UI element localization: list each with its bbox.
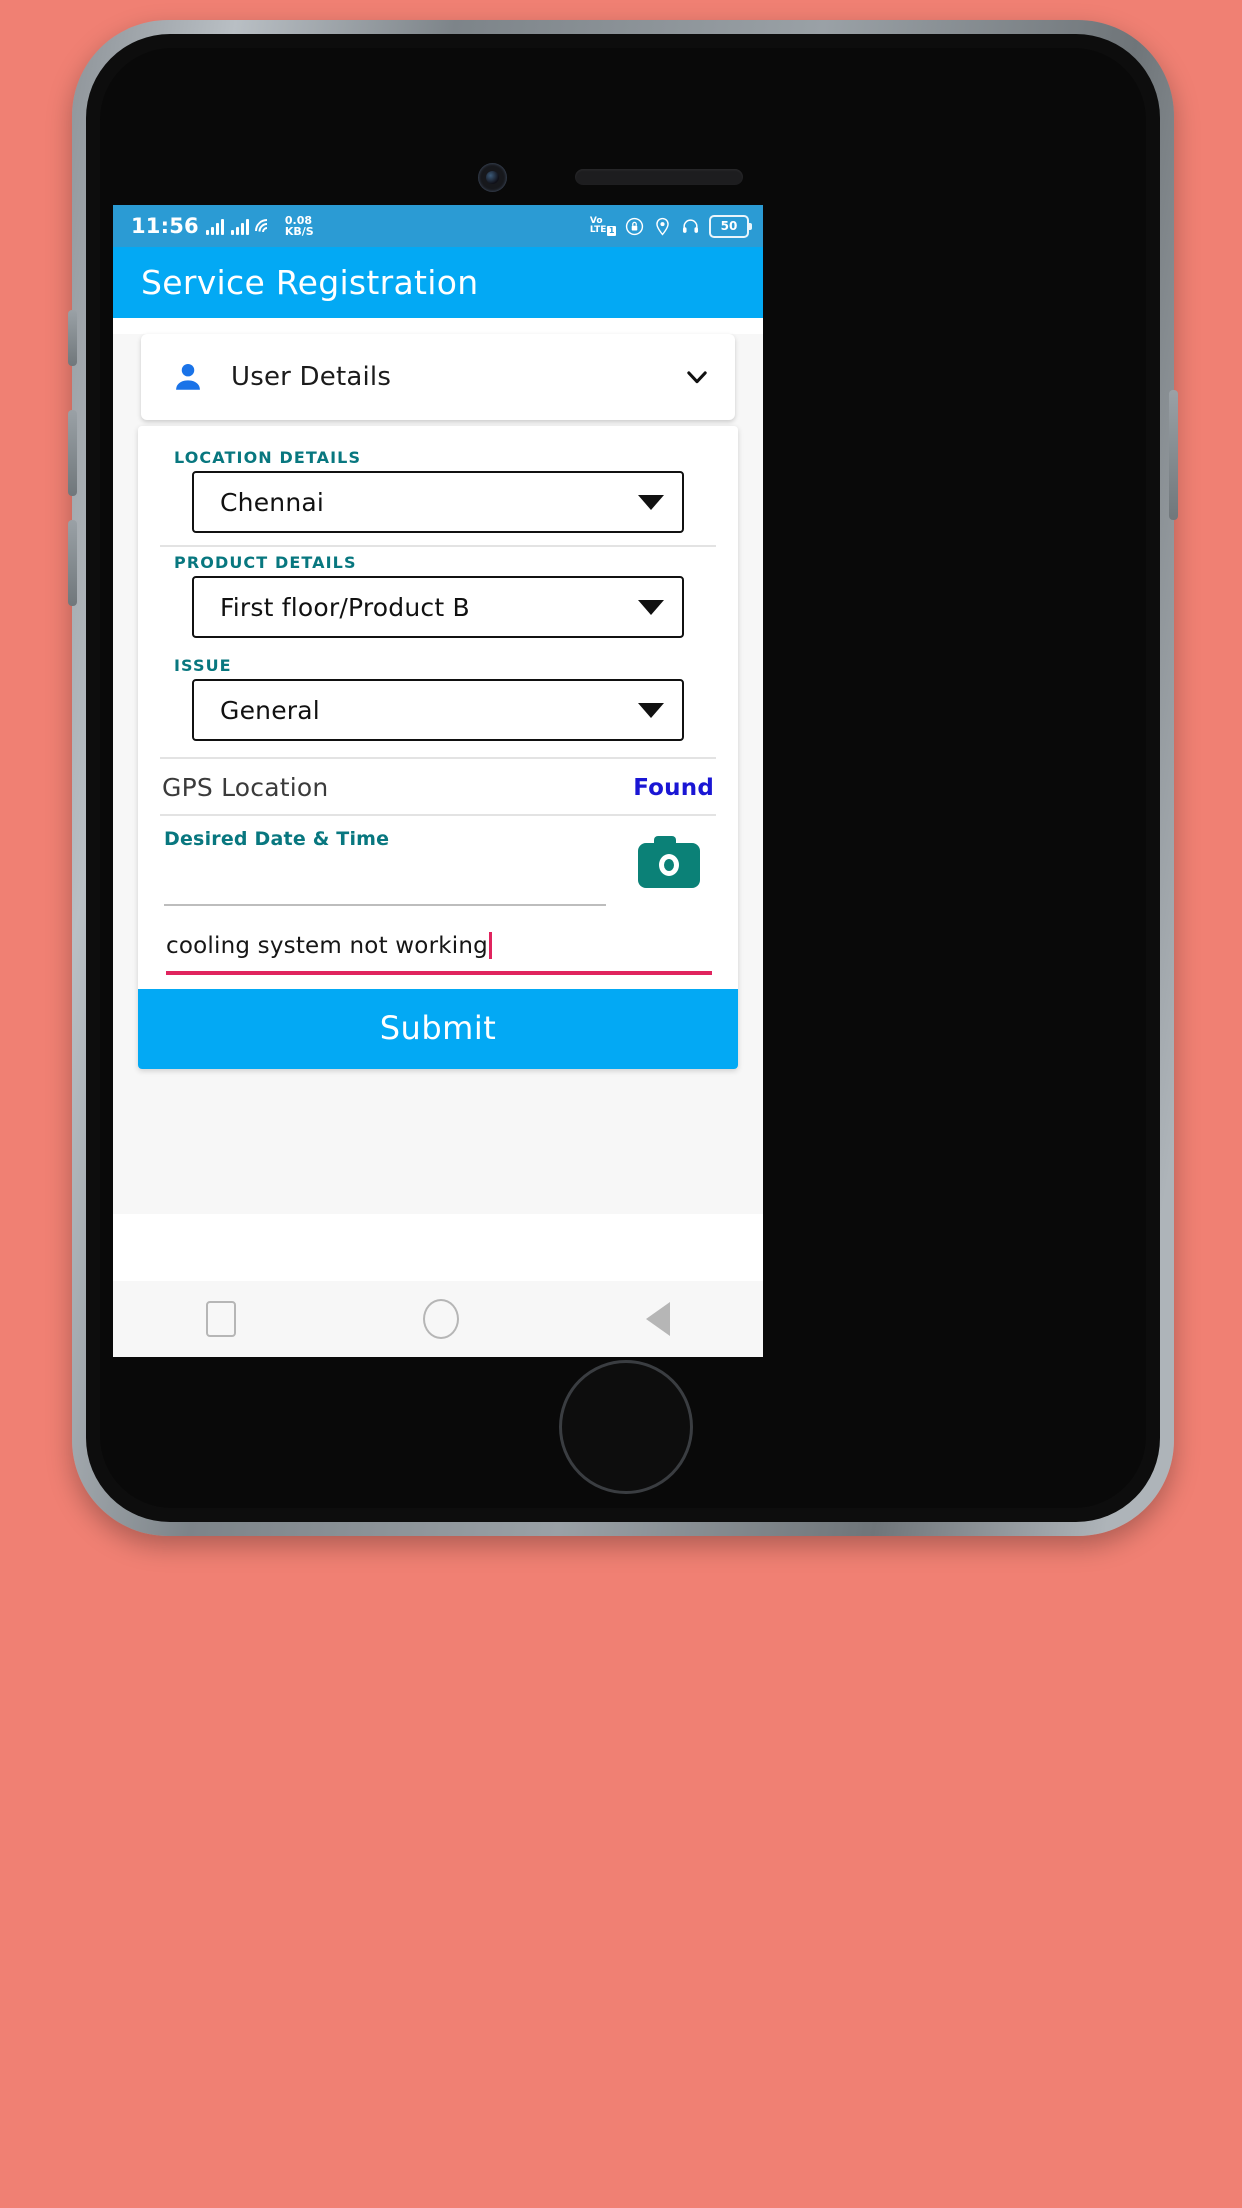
signal-bars-icon xyxy=(230,218,249,235)
desired-date-time-underline xyxy=(164,904,606,906)
dropdown-caret-icon xyxy=(638,494,664,510)
status-bar: 11:56 0.08 KB/S Vo LTE 1 50 xyxy=(113,205,763,248)
recents-square-icon[interactable] xyxy=(206,1301,237,1337)
chevron-down-icon[interactable] xyxy=(683,363,711,391)
dropdown-caret-icon xyxy=(638,599,664,615)
app-bar: Service Registration xyxy=(113,247,763,318)
volume-up-button[interactable] xyxy=(68,410,77,496)
home-circle-icon[interactable] xyxy=(422,1299,459,1339)
status-bar-right: Vo LTE 1 50 xyxy=(589,214,752,238)
product-details-label: PRODUCT DETAILS xyxy=(174,553,357,572)
location-select-wrap: Chennai xyxy=(160,471,716,533)
volte-sim-index: 1 xyxy=(607,225,616,236)
gps-location-row[interactable]: GPS Location Found xyxy=(160,759,716,814)
user-details-label: User Details xyxy=(231,362,392,392)
volte-bottom-label: LTE xyxy=(589,225,607,235)
gps-status-badge: Found xyxy=(633,774,714,801)
issue-select-value: General xyxy=(220,695,320,725)
android-navigation-bar xyxy=(113,1281,763,1357)
product-select[interactable]: First floor/Product B xyxy=(192,576,684,638)
issue-select-wrap: General xyxy=(160,679,716,741)
status-time: 11:56 xyxy=(131,214,199,238)
location-icon xyxy=(653,217,672,236)
volte-top-label: Vo xyxy=(589,215,603,226)
volume-down-button[interactable] xyxy=(68,520,77,606)
desired-date-time-row: Desired Date & Time xyxy=(160,816,716,906)
location-select[interactable]: Chennai xyxy=(192,471,684,533)
issue-note-underline xyxy=(166,971,712,975)
back-triangle-icon[interactable] xyxy=(645,1302,670,1336)
page-title: Service Registration xyxy=(141,263,479,302)
status-bar-left: 11:56 0.08 KB/S xyxy=(131,213,314,248)
desired-date-time-field[interactable]: Desired Date & Time xyxy=(160,822,638,906)
silent-switch[interactable] xyxy=(68,310,77,366)
network-speed-unit: KB/S xyxy=(284,225,314,238)
camera-icon[interactable] xyxy=(638,836,700,888)
issue-note-value: cooling system not working xyxy=(166,932,492,959)
desired-date-time-label: Desired Date & Time xyxy=(164,828,390,850)
headset-icon xyxy=(681,217,700,236)
app-screen: 11:56 0.08 KB/S Vo LTE 1 50 Service Regi… xyxy=(113,205,763,1357)
front-camera xyxy=(478,163,507,192)
divider xyxy=(160,545,716,547)
location-details-label: LOCATION DETAILS xyxy=(174,448,362,467)
product-select-wrap: First floor/Product B xyxy=(160,576,716,638)
dropdown-caret-icon xyxy=(638,702,664,718)
power-button[interactable] xyxy=(1169,390,1178,520)
issue-note-field[interactable]: cooling system not working xyxy=(160,906,716,975)
service-form-card: LOCATION DETAILS Chennai PRODUCT DETAILS… xyxy=(138,426,738,1069)
home-button[interactable] xyxy=(559,1360,693,1494)
person-icon xyxy=(171,360,205,394)
volte-icon: Vo LTE 1 xyxy=(589,215,616,236)
content-area: User Details LOCATION DETAILS Chennai PR… xyxy=(113,334,763,1214)
user-details-card[interactable]: User Details xyxy=(141,334,735,420)
rotation-lock-icon xyxy=(625,217,644,236)
battery-level: 50 xyxy=(720,219,738,233)
submit-button[interactable]: Submit xyxy=(138,989,738,1069)
earpiece-speaker xyxy=(575,169,743,185)
issue-note-text: cooling system not working xyxy=(166,932,488,959)
gps-location-label: GPS Location xyxy=(162,773,329,802)
product-select-value: First floor/Product B xyxy=(220,592,470,622)
text-cursor xyxy=(488,932,492,959)
network-speed: 0.08 KB/S xyxy=(285,215,314,237)
battery-icon: 50 xyxy=(709,214,752,238)
issue-select[interactable]: General xyxy=(192,679,684,741)
signal-bars-icon xyxy=(205,218,224,235)
wifi-icon xyxy=(249,213,284,248)
location-select-value: Chennai xyxy=(220,487,325,517)
issue-label: ISSUE xyxy=(174,656,232,675)
